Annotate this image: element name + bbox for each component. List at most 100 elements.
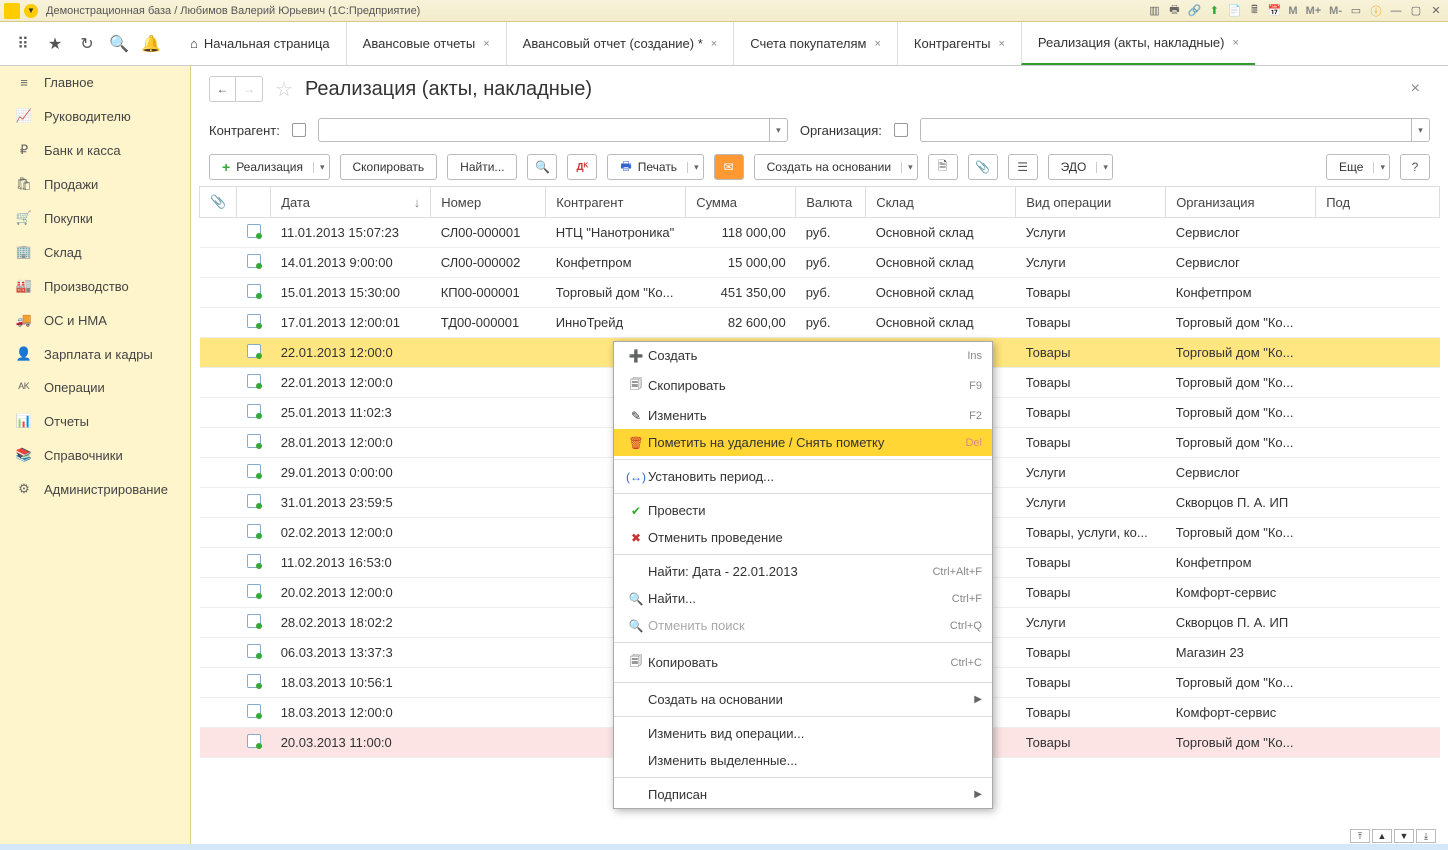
tab-close-icon[interactable]: × [483,38,489,50]
counterparty-dropdown-button[interactable]: ▾ [769,119,787,141]
menu-item-14[interactable]: 🗐КопироватьCtrl+C [614,646,992,679]
sidebar-item-8[interactable]: 👤Зарплата и кадры [0,337,190,371]
table-row[interactable]: 14.01.2013 9:00:00 СЛ00-000002 Конфетпро… [200,248,1440,278]
menu-item-11[interactable]: 🔍Найти...Ctrl+F [614,585,992,612]
menu-item-5[interactable]: (↔)Установить период... [614,463,992,490]
create-button[interactable]: + Реализация ▾ [209,154,330,180]
search-icon[interactable]: 🔍 [110,35,128,53]
tab-2[interactable]: Счета покупателям× [733,22,897,65]
memory-m[interactable]: M [1286,5,1299,17]
doc-button-1[interactable]: 🗎 [928,154,958,180]
counterparty-filter-checkbox[interactable] [292,123,306,137]
cancel-search-button[interactable]: 🔍 [527,154,557,180]
history-icon[interactable]: ↻ [78,35,96,53]
counterparty-filter-input[interactable]: ▾ [318,118,788,142]
sidebar-item-12[interactable]: ⚙Администрирование [0,472,190,506]
col-sub[interactable]: Под [1316,187,1440,218]
menu-item-1[interactable]: 🗐СкопироватьF9 [614,369,992,402]
sidebar-item-11[interactable]: 📚Справочники [0,438,190,472]
help-button[interactable]: ? [1400,154,1430,180]
menu-item-8[interactable]: ✖Отменить проведение [614,524,992,551]
menu-item-0[interactable]: ➕СоздатьIns [614,342,992,369]
tab-close-icon[interactable]: × [711,38,717,50]
sidebar-item-3[interactable]: 🛍Продажи [0,167,190,201]
list-view-button[interactable]: ☰ [1008,154,1038,180]
tab-close-icon[interactable]: × [874,38,880,50]
tab-1[interactable]: Авансовый отчет (создание) *× [506,22,734,65]
menu-item-2[interactable]: ✎ИзменитьF2 [614,402,992,429]
apps-icon[interactable]: ⠿ [14,35,32,53]
attach-button[interactable]: 📎 [968,154,998,180]
sidebar-item-9[interactable]: ᴬᴷОперации [0,371,190,404]
edo-button[interactable]: ЭДО ▾ [1048,154,1113,180]
close-page-button[interactable]: × [1411,80,1430,98]
more-button[interactable]: Еще ▾ [1326,154,1390,180]
menu-item-21[interactable]: Подписан▶ [614,781,992,808]
memory-mplus[interactable]: M+ [1304,5,1324,17]
titlebar-icon-6[interactable]: ▭ [1348,3,1364,19]
scroll-up-button[interactable]: ▲ [1372,829,1392,843]
notifications-icon[interactable]: 🔔 [142,35,160,53]
tab-4[interactable]: Реализация (акты, накладные)× [1021,22,1255,65]
memory-mminus[interactable]: M- [1327,5,1344,17]
sidebar-item-4[interactable]: 🛒Покупки [0,201,190,235]
app-menu-dropdown[interactable]: ▼ [24,4,38,18]
print-icon[interactable]: 🖶 [1166,3,1182,19]
sidebar-item-1[interactable]: 📈Руководителю [0,99,190,133]
calculator-icon[interactable]: 🖩 [1246,3,1262,19]
calendar-icon[interactable]: 📅 [1266,3,1282,19]
tab-home[interactable]: ⌂ Начальная страница [174,22,346,65]
col-date[interactable]: Дата [271,187,431,218]
col-op-type[interactable]: Вид операции [1016,187,1166,218]
email-button[interactable]: ✉ [714,154,744,180]
menu-item-16[interactable]: Создать на основании▶ [614,686,992,713]
titlebar-icon-4[interactable]: ⬆ [1206,3,1222,19]
menu-item-3[interactable]: 🗑Пометить на удаление / Снять пометкуDel [614,429,992,456]
menu-item-10[interactable]: Найти: Дата - 22.01.2013Ctrl+Alt+F [614,558,992,585]
col-number[interactable]: Номер [431,187,546,218]
col-warehouse[interactable]: Склад [866,187,1016,218]
minimize-icon[interactable]: — [1388,3,1404,19]
col-sum[interactable]: Сумма [686,187,796,218]
scroll-bottom-button[interactable]: ⤓ [1416,829,1436,843]
create-based-button[interactable]: Создать на основании ▾ [754,154,918,180]
col-attachment[interactable]: 📎 [200,187,237,218]
col-currency[interactable]: Валюта [796,187,866,218]
table-row[interactable]: 11.01.2013 15:07:23 СЛ00-000001 НТЦ "Нан… [200,218,1440,248]
scroll-down-button[interactable]: ▼ [1394,829,1414,843]
sidebar-item-6[interactable]: 🏭Производство [0,269,190,303]
dk-button[interactable]: Дᴷ [567,154,597,180]
table-row[interactable]: 17.01.2013 12:00:01 ТД00-000001 ИнноТрей… [200,308,1440,338]
nav-back-button[interactable]: ← [210,77,236,101]
tab-0[interactable]: Авансовые отчеты× [346,22,506,65]
find-button[interactable]: Найти... [447,154,517,180]
sidebar-item-0[interactable]: ≡Главное [0,66,190,99]
favorite-icon[interactable]: ★ [46,35,64,53]
link-icon[interactable]: 🔗 [1186,3,1202,19]
table-row[interactable]: 15.01.2013 15:30:00 КП00-000001 Торговый… [200,278,1440,308]
copy-button[interactable]: Скопировать [340,154,438,180]
tab-close-icon[interactable]: × [998,38,1004,50]
sidebar-item-5[interactable]: 🏢Склад [0,235,190,269]
sidebar-item-2[interactable]: ₽Банк и касса [0,133,190,167]
sidebar-item-10[interactable]: 📊Отчеты [0,404,190,438]
menu-item-18[interactable]: Изменить вид операции... [614,720,992,747]
favorite-toggle-icon[interactable]: ☆ [275,77,293,102]
col-organization[interactable]: Организация [1166,187,1316,218]
nav-forward-button[interactable]: → [236,77,262,101]
scroll-top-button[interactable]: ⤒ [1350,829,1370,843]
menu-item-7[interactable]: ✔Провести [614,497,992,524]
organization-filter-input[interactable]: ▾ [920,118,1430,142]
tab-close-icon[interactable]: × [1233,37,1239,49]
titlebar-icon-5[interactable]: 📄 [1226,3,1242,19]
tab-3[interactable]: Контрагенты× [897,22,1021,65]
organization-dropdown-button[interactable]: ▾ [1411,119,1429,141]
col-status[interactable] [237,187,271,218]
organization-filter-checkbox[interactable] [894,123,908,137]
print-button[interactable]: 🖶 Печать ▾ [607,154,703,180]
maximize-icon[interactable]: ▢ [1408,3,1424,19]
menu-item-19[interactable]: Изменить выделенные... [614,747,992,774]
sidebar-item-7[interactable]: 🚚ОС и НМА [0,303,190,337]
info-icon[interactable]: ⓘ [1368,3,1384,19]
close-window-icon[interactable]: ✕ [1428,3,1444,19]
